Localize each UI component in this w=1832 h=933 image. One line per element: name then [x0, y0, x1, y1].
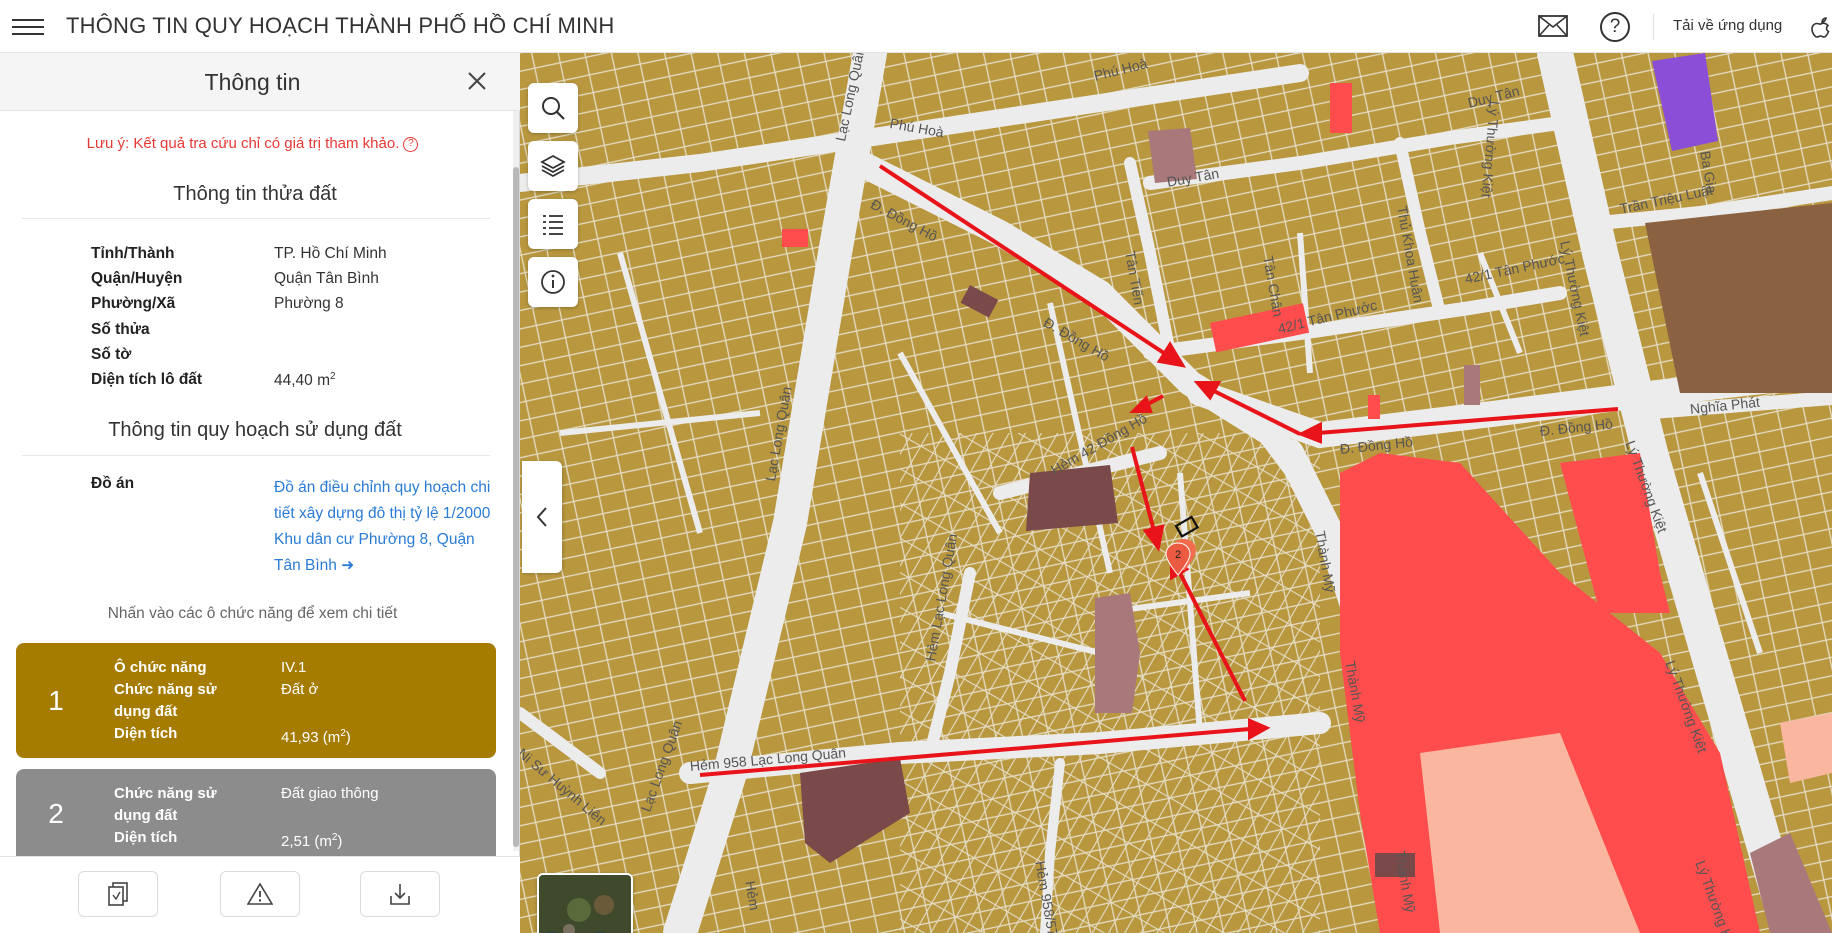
area-label: Diện tích — [114, 829, 178, 846]
compare-button[interactable] — [78, 871, 158, 917]
collapse-panel-button[interactable] — [522, 461, 562, 573]
layers-icon — [540, 154, 566, 178]
cell-label: Ô chức năng — [114, 659, 207, 676]
area-value: 2,51 (m2) — [281, 827, 342, 853]
list-icon — [543, 215, 563, 235]
card-number: 1 — [48, 684, 64, 716]
panel-header: Thông tin — [0, 53, 520, 111]
function-card-2[interactable]: 2 Chức năng sử dụng đất Đất giao thông D… — [16, 769, 496, 859]
info-panel: Thông tin Lưu ý: Kết quả tra cứu chỉ có … — [0, 53, 520, 933]
area-close: ) — [337, 833, 343, 850]
mauve-lot-3 — [1464, 365, 1480, 405]
commercial-lot-3 — [782, 229, 808, 247]
commercial-lot-2 — [1330, 83, 1352, 133]
location-marker[interactable]: 2 — [1162, 537, 1198, 577]
legend-button[interactable] — [528, 199, 578, 249]
province-value: TP. Hồ Chí Minh — [274, 245, 387, 262]
card-number: 2 — [48, 798, 64, 829]
institutional-lot — [1026, 465, 1118, 531]
mail-icon[interactable] — [1538, 15, 1568, 37]
section-divider — [22, 455, 490, 456]
parcel-section-title: Thông tin thửa đất — [173, 183, 337, 205]
header-divider — [1653, 14, 1654, 40]
download-app-link[interactable]: Tải về ứng dụng — [1673, 17, 1782, 34]
info-icon — [541, 270, 565, 294]
panel-title: Thông tin — [204, 69, 301, 95]
district-value: Quận Tân Bình — [274, 270, 379, 287]
province-label: Tỉnh/Thành — [91, 245, 175, 262]
download-icon — [390, 884, 410, 905]
ward-value: Phường 8 — [274, 295, 344, 312]
panel-footer — [0, 856, 520, 933]
disclaimer-note: Lưu ý: Kết quả tra cứu chỉ có giá trị th… — [0, 135, 505, 152]
report-button[interactable] — [220, 871, 300, 917]
district-label: Quận/Huyện — [91, 270, 183, 287]
panel-scrollbar[interactable] — [513, 111, 519, 851]
plan-label: Đồ án — [91, 475, 135, 492]
menu-icon[interactable] — [12, 14, 44, 40]
function-value: Đất giao thông — [281, 785, 379, 802]
area-value: 41,93 (m2) — [281, 723, 351, 749]
section-divider — [22, 218, 490, 219]
cell-value: IV.1 — [281, 659, 307, 676]
function-card-1[interactable]: 1 Ô chức năng IV.1 Chức năng sử dụng đất… — [16, 643, 496, 758]
marker-count: 2 — [1175, 549, 1181, 561]
satellite-thumbnail — [539, 875, 631, 933]
area-close: ) — [345, 729, 351, 746]
function-label: Chức năng sử dụng đất — [114, 785, 217, 824]
app-header: THÔNG TIN QUY HOẠCH THÀNH PHỐ HỒ CHÍ MIN… — [0, 0, 1832, 53]
chevron-left-icon — [536, 507, 547, 527]
help-circle-icon[interactable]: ? — [403, 136, 419, 152]
arrow-right-icon: ➜ — [341, 557, 355, 574]
app-title: THÔNG TIN QUY HOẠCH THÀNH PHỐ HỒ CHÍ MIN… — [66, 13, 615, 38]
warning-icon — [247, 882, 273, 905]
plan-link[interactable]: Đồ án điều chỉnh quy hoạch chi tiết xây … — [274, 475, 496, 579]
close-icon[interactable] — [463, 67, 491, 95]
commercial-lot-4 — [1368, 395, 1380, 419]
help-icon[interactable]: ? — [1600, 12, 1630, 42]
satellite-minimap[interactable] — [537, 873, 633, 933]
documents-icon — [108, 882, 128, 906]
parcel-number-label: Số thửa — [91, 321, 150, 338]
sheet-number-label: Số tờ — [91, 346, 132, 363]
planning-section-title: Thông tin quy hoạch sử dụng đất — [108, 419, 402, 441]
scroll-thumb[interactable] — [513, 167, 519, 847]
function-hint: Nhấn vào các ô chức năng để xem chi tiết — [107, 605, 398, 622]
download-button[interactable] — [360, 871, 440, 917]
layers-button[interactable] — [528, 141, 578, 191]
plan-link-text[interactable]: Đồ án điều chỉnh quy hoạch chi tiết xây … — [274, 479, 490, 574]
area-number: 2,51 (m — [281, 833, 332, 850]
info-button[interactable] — [528, 257, 578, 307]
lot-area-label: Diện tích lô đất — [91, 371, 203, 388]
function-label: Chức năng sử dụng đất — [114, 681, 217, 720]
lot-area-number: 44,40 m — [274, 372, 331, 390]
lot-area-unit-exponent: 2 — [330, 371, 336, 382]
search-icon — [542, 97, 565, 120]
ward-label: Phường/Xã — [91, 295, 176, 312]
area-number: 41,93 (m — [281, 729, 341, 746]
lot-area-value: 44,40 m2 — [274, 371, 336, 390]
disclaimer-text: Lưu ý: Kết quả tra cứu chỉ có giá trị th… — [86, 135, 400, 152]
apple-icon[interactable] — [1810, 14, 1832, 40]
search-map-button[interactable] — [528, 83, 578, 133]
function-value: Đất ở — [281, 681, 319, 698]
area-label: Diện tích — [114, 725, 178, 742]
